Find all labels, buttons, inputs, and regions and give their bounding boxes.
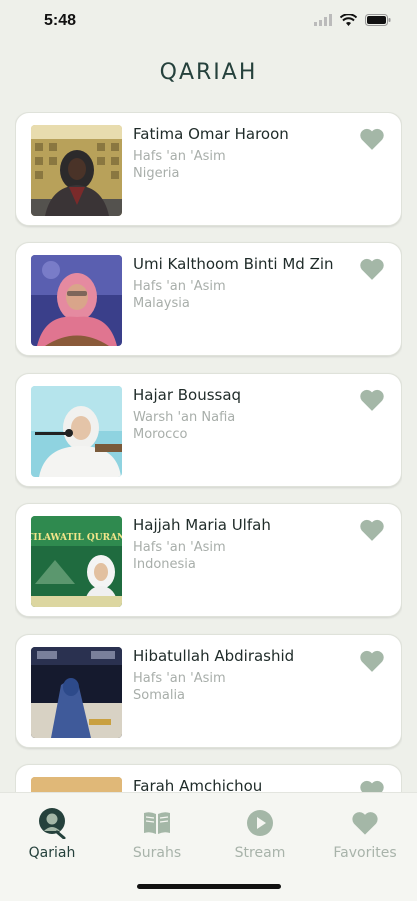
nav-item-surahs[interactable]: Surahs: [112, 807, 202, 861]
reciter-name: Hibatullah Abdirashid: [133, 647, 295, 665]
reciter-list[interactable]: Fatima Omar Haroon Hafs 'an 'Asim Nigeri…: [15, 112, 402, 792]
reciter-card[interactable]: TILAWATIL QURAN Hajjah Maria Ulfah Hafs …: [15, 503, 402, 617]
reciter-narration: Hafs 'an 'Asim: [133, 540, 226, 555]
reciter-card[interactable]: Hibatullah Abdirashid Hafs 'an 'Asim Som…: [15, 634, 402, 748]
nav-item-stream[interactable]: Stream: [215, 807, 305, 861]
favorite-heart-icon[interactable]: [359, 388, 385, 412]
album-cover-text: TILAWATIL QURAN: [31, 533, 122, 543]
heart-icon: [352, 812, 378, 835]
reciter-card[interactable]: Fatima Omar Haroon Hafs 'an 'Asim Nigeri…: [15, 112, 402, 226]
reciter-narration: Warsh 'an Nafia: [133, 410, 236, 425]
favorite-heart-icon[interactable]: [359, 127, 385, 151]
favorite-heart-icon[interactable]: [359, 257, 385, 281]
nav-item-qariah[interactable]: Qariah: [7, 807, 97, 861]
reciter-narration: Hafs 'an 'Asim: [133, 279, 226, 294]
reciter-name: Umi Kalthoom Binti Md Zin: [133, 255, 334, 273]
nav-label-qariah: Qariah: [28, 845, 76, 861]
reciter-narration: Hafs 'an 'Asim: [133, 671, 226, 686]
home-indicator[interactable]: [137, 884, 281, 889]
book-icon: [144, 812, 170, 834]
reciter-photo: [31, 647, 122, 738]
favorite-heart-icon[interactable]: [359, 518, 385, 542]
favorite-heart-icon[interactable]: [359, 779, 385, 792]
reciter-country: Somalia: [133, 688, 186, 703]
reciter-country: Morocco: [133, 427, 188, 442]
reciter-country: Malaysia: [133, 296, 190, 311]
play-icon: [247, 810, 273, 836]
reciter-country: Indonesia: [133, 557, 196, 572]
reciter-name: Hajar Boussaq: [133, 386, 242, 404]
page-title: QARIAH: [159, 60, 258, 85]
favorite-heart-icon[interactable]: [359, 649, 385, 673]
nav-item-favorites[interactable]: Favorites: [320, 807, 410, 861]
reciter-photo: [31, 255, 122, 346]
reciter-photo: [31, 125, 122, 216]
battery-icon: [365, 14, 391, 26]
reciter-photo: [31, 386, 122, 477]
reciter-narration: Hafs 'an 'Asim: [133, 149, 226, 164]
signal-icon: [314, 14, 332, 26]
reciter-name: Fatima Omar Haroon: [133, 125, 289, 143]
reciter-name: Farah Amchichou: [133, 777, 263, 792]
reciter-card[interactable]: Umi Kalthoom Binti Md Zin Hafs 'an 'Asim…: [15, 242, 402, 356]
qariah-icon: [39, 808, 66, 839]
reciter-country: Nigeria: [133, 166, 180, 181]
reciter-photo: TILAWATIL QURAN: [31, 516, 122, 607]
status-time: 5:48: [44, 12, 77, 29]
reciter-photo: [31, 777, 122, 792]
nav-label-stream: Stream: [234, 845, 286, 861]
nav-label-surahs: Surahs: [132, 845, 182, 861]
reciter-card[interactable]: Farah Amchichou: [15, 764, 402, 792]
reciter-name: Hajjah Maria Ulfah: [133, 516, 271, 534]
wifi-icon: [340, 14, 357, 26]
reciter-card[interactable]: Hajar Boussaq Warsh 'an Nafia Morocco: [15, 373, 402, 487]
status-icons: [314, 14, 391, 26]
nav-label-favorites: Favorites: [333, 845, 397, 861]
status-bar: 5:48: [0, 0, 417, 46]
